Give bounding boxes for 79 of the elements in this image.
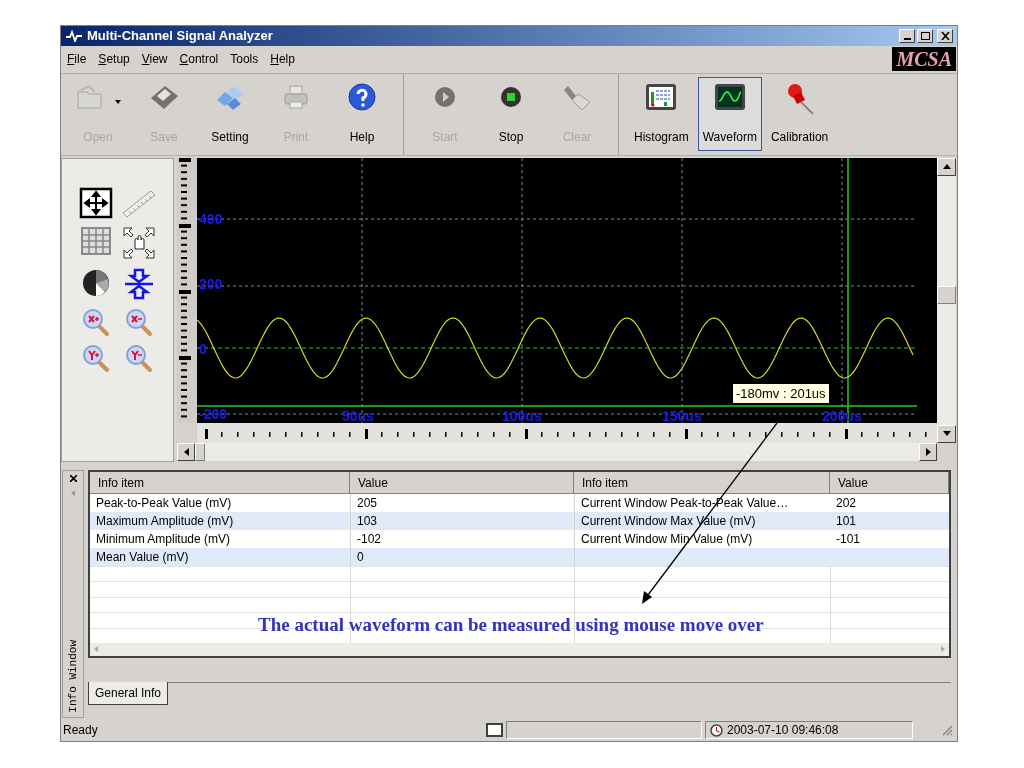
axis-label: 400 <box>199 211 223 226</box>
resize-grip-icon[interactable] <box>941 724 953 737</box>
magnifier-icon[interactable] <box>124 306 155 337</box>
scroll-left-button[interactable] <box>177 442 195 461</box>
table-scrollbar[interactable] <box>90 642 949 656</box>
left-arrow-icon <box>183 447 189 456</box>
menu-item[interactable]: View <box>135 50 174 69</box>
vertical-scrollbar[interactable] <box>937 157 956 443</box>
table-cell: Maximum Amplitude (mV) <box>96 513 234 528</box>
magnifier-icon[interactable] <box>80 306 111 337</box>
axis-label: -200 <box>199 406 228 421</box>
waveform-icon <box>712 82 747 113</box>
axis-label: 200 <box>199 276 223 291</box>
help-icon <box>347 82 377 113</box>
table-cell: -101 <box>836 531 861 546</box>
app-logo: MCSA <box>892 47 956 72</box>
right-arrow-icon <box>941 646 945 653</box>
toolbar-button[interactable]: Waveform <box>697 77 762 152</box>
panel-tab[interactable]: General Info <box>88 681 169 705</box>
maximize-button[interactable] <box>917 28 933 43</box>
up-arrow-icon <box>942 164 951 170</box>
magnifier-icon[interactable] <box>124 342 155 373</box>
scroll-up-button[interactable] <box>937 157 956 176</box>
hand-expand-icon[interactable] <box>121 224 158 261</box>
close-icon[interactable] <box>69 474 77 482</box>
toolbar-button[interactable]: Calibration <box>765 77 834 152</box>
grid-icon[interactable] <box>78 224 113 257</box>
table-cell: 205 <box>357 495 378 510</box>
clock-icon <box>710 723 723 737</box>
menu-item[interactable]: Control <box>173 50 225 69</box>
axis-label: 100us <box>502 408 542 423</box>
scroll-thumb[interactable] <box>195 442 205 461</box>
toolbar-button[interactable]: Stop <box>480 77 542 152</box>
window-title: Multi-Channel Signal Analyzer <box>87 27 273 46</box>
histogram-icon <box>644 82 679 113</box>
toolbar-button[interactable]: Histogram <box>629 77 694 152</box>
table-cell: Minimum Amplitude (mV) <box>96 531 231 546</box>
column-header[interactable]: Info item <box>90 471 350 493</box>
maximize-icon <box>920 31 930 40</box>
right-arrow-icon <box>925 447 931 456</box>
axis-label: 0 <box>199 341 207 356</box>
menu-item[interactable]: File <box>61 50 93 69</box>
indicator-icon <box>486 723 503 738</box>
menu-item[interactable]: Setup <box>92 50 136 69</box>
app-logo-icon <box>65 29 83 42</box>
table-cell: 0 <box>357 549 364 564</box>
minimize-button[interactable] <box>899 28 915 43</box>
menu-item[interactable]: Tools <box>224 50 265 69</box>
table-cell: Current Window Min Value (mV) <box>581 531 753 546</box>
column-header[interactable]: Value <box>350 471 574 493</box>
magnifier-icon[interactable] <box>80 342 111 373</box>
table-cell: Peak-to-Peak Value (mV) <box>96 495 232 510</box>
menu-item[interactable]: Help <box>264 50 301 69</box>
annotation-caption: The actual waveform can be measured using mouse move over <box>258 613 764 637</box>
scroll-thumb[interactable] <box>937 285 956 304</box>
toolbar-button[interactable]: Setting <box>199 77 261 152</box>
down-arrow-icon <box>942 431 951 437</box>
axis-label: 50us <box>342 408 374 423</box>
minimize-icon <box>903 37 911 40</box>
close-icon <box>940 31 950 40</box>
column-header[interactable]: Info item <box>574 471 830 493</box>
close-button[interactable] <box>937 28 953 43</box>
table-cell: 202 <box>836 495 857 510</box>
cursor-readout: -180mv : 201us <box>733 383 829 403</box>
left-arrow-icon <box>71 489 75 496</box>
toolbar-button[interactable]: Help <box>331 77 393 152</box>
status-text: Ready <box>63 722 99 740</box>
left-arrow-icon <box>94 646 98 653</box>
table-cell: 101 <box>836 513 857 528</box>
table-cell: 103 <box>357 513 378 528</box>
column-header[interactable]: Value <box>830 471 949 493</box>
status-datetime: 2003-07-10 09:46:08 <box>727 722 839 740</box>
axis-label: 150us <box>662 408 702 423</box>
table-cell: Mean Value (mV) <box>96 549 189 564</box>
table-cell: -102 <box>357 531 382 546</box>
pan-arrows-icon[interactable] <box>78 186 113 219</box>
side-tab[interactable]: Info Window <box>64 640 82 713</box>
compress-icon[interactable] <box>123 266 156 301</box>
scroll-down-button[interactable] <box>937 424 956 443</box>
